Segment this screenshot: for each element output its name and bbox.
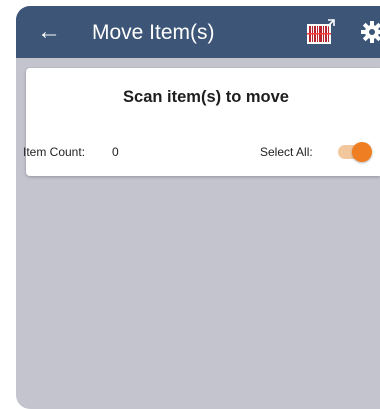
barcode-scanner-icon: [307, 19, 335, 44]
settings-button[interactable]: [360, 20, 380, 44]
page-title: Move Item(s): [92, 21, 215, 44]
arrow-left-icon: ←: [37, 18, 61, 45]
app-screen: ← Move Item(s) Scan item(s) to move Item…: [16, 6, 380, 409]
select-all-toggle[interactable]: [336, 142, 372, 162]
select-all-label: Select All:: [260, 145, 313, 159]
scan-instruction: Scan item(s) to move: [123, 88, 289, 106]
scan-button[interactable]: [306, 18, 336, 46]
app-bar: ← Move Item(s): [16, 6, 380, 58]
gear-icon: [361, 21, 380, 43]
back-button[interactable]: ←: [36, 18, 62, 46]
scan-card: Scan item(s) to move Item Count: 0 Selec…: [23, 68, 380, 176]
toggle-thumb: [352, 142, 372, 162]
item-count-label: Item Count:: [23, 145, 86, 159]
item-count-value: 0: [112, 145, 119, 159]
